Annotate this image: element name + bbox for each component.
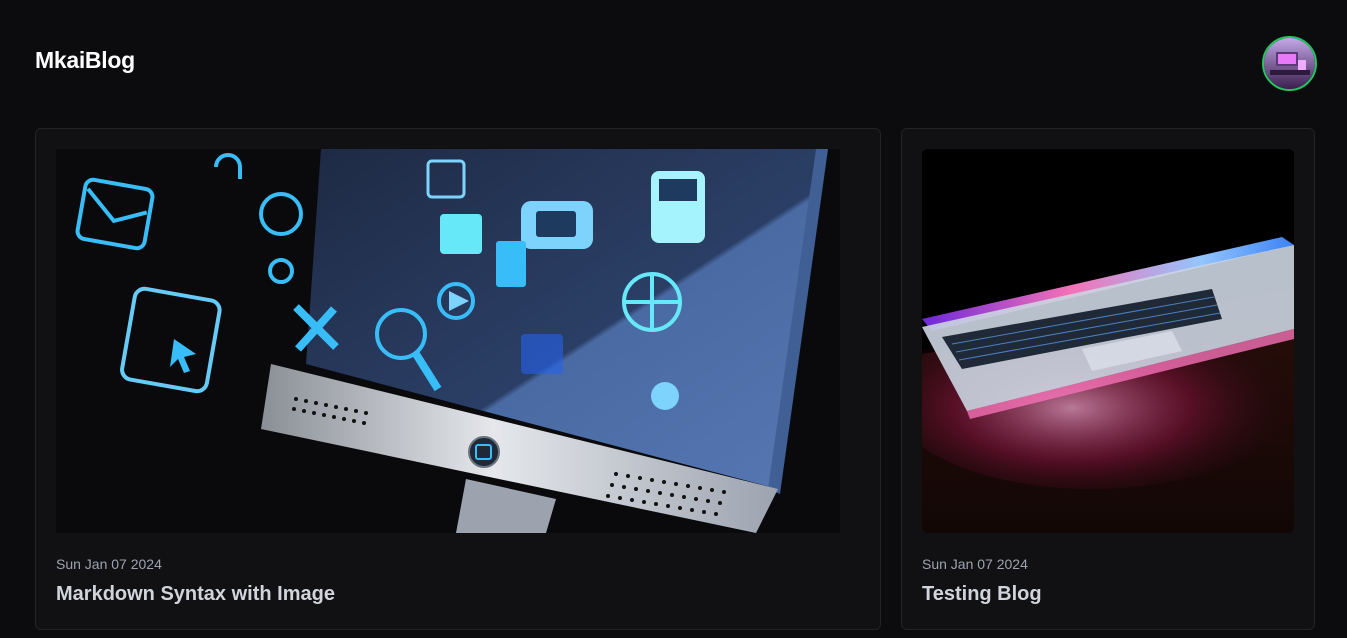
post-title[interactable]: Testing Blog [922, 583, 1042, 606]
post-date: Sun Jan 07 2024 [56, 556, 162, 572]
post-title[interactable]: Markdown Syntax with Image [56, 583, 335, 606]
site-brand[interactable]: MkaiBlog [35, 47, 135, 74]
laptop-icon [922, 149, 1294, 533]
post-card[interactable]: Sun Jan 07 2024 Testing Blog [901, 128, 1315, 630]
user-avatar-icon[interactable] [1262, 36, 1317, 91]
post-card[interactable]: Sun Jan 07 2024 Markdown Syntax with Ima… [35, 128, 881, 630]
computer-monitor-apps-icon [56, 149, 840, 533]
post-date: Sun Jan 07 2024 [922, 556, 1028, 572]
site-header: MkaiBlog [0, 0, 1347, 120]
